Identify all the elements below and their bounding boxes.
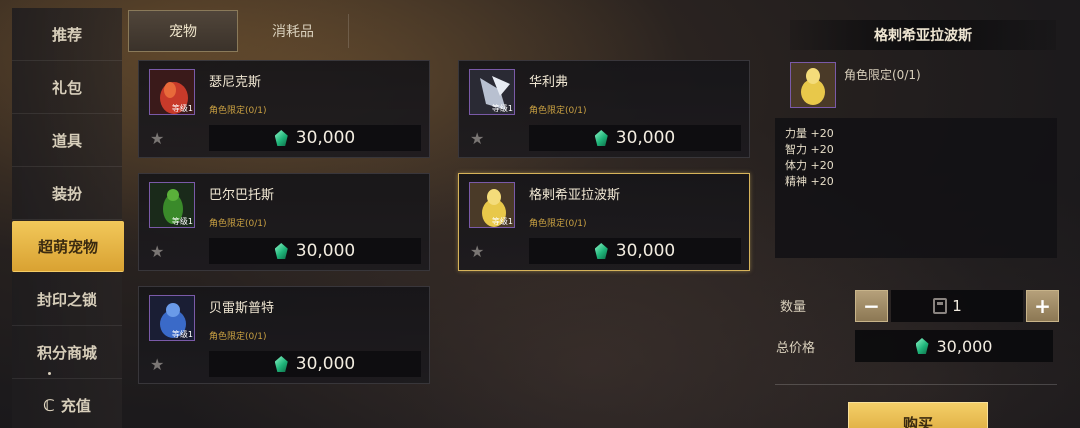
sidebar-item-seal-lock[interactable]: 封印之锁: [12, 273, 122, 326]
item-name: 格剌希亚拉波斯: [529, 188, 621, 203]
sidebar-item-points-mall[interactable]: 积分商城: [12, 326, 122, 379]
sidebar-item-recommended[interactable]: 推荐: [12, 8, 122, 61]
item-restriction: 角色限定(0/1): [209, 106, 267, 116]
item-restriction: 角色限定(0/1): [209, 219, 267, 229]
stat-line: 精神 +20: [785, 175, 834, 188]
item-level: 等级1: [491, 217, 513, 226]
quantity-stepper: − 1 +: [855, 290, 1059, 322]
item-level: 等级1: [171, 217, 193, 226]
item-name: 贝雷斯普特: [209, 301, 275, 316]
gem-currency-icon: [594, 243, 608, 259]
total-price-label: 总价格: [776, 341, 816, 356]
pet-portrait-icon: [791, 63, 835, 107]
increase-button[interactable]: +: [1026, 290, 1059, 322]
detail-title: 格剌希亚拉波斯: [790, 20, 1056, 50]
item-name: 华利弗: [529, 75, 569, 90]
gem-currency-icon: [274, 356, 288, 372]
quantity-label: 数量: [780, 300, 807, 315]
item-thumbnail: 等级1: [149, 69, 195, 115]
item-restriction: 角色限定(0/1): [529, 106, 587, 116]
gem-currency-icon: [274, 243, 288, 259]
gem-currency-icon: [915, 338, 929, 354]
quantity-input[interactable]: 1: [891, 290, 1023, 322]
stats-panel: 力量 +20 智力 +20 体力 +20 精神 +20: [775, 118, 1057, 258]
item-card[interactable]: 等级1 巴尔巴托斯 角色限定(0/1) ★ 30,000: [138, 173, 430, 271]
buy-button[interactable]: 购买: [848, 402, 988, 428]
item-name: 巴尔巴托斯: [209, 188, 275, 203]
item-name: 瑟尼克斯: [209, 75, 262, 90]
favorite-star-icon[interactable]: ★: [470, 242, 484, 261]
item-card[interactable]: 等级1 瑟尼克斯 角色限定(0/1) ★ 30,000: [138, 60, 430, 158]
tab-consumables[interactable]: 消耗品: [238, 10, 348, 52]
gem-currency-icon: [274, 130, 288, 146]
item-thumbnail: 等级1: [149, 295, 195, 341]
item-price: 30,000: [529, 238, 741, 264]
tab-divider: [348, 14, 349, 48]
item-thumbnail: 等级1: [469, 182, 515, 228]
decrease-button[interactable]: −: [855, 290, 888, 322]
stat-line: 智力 +20: [785, 143, 834, 156]
favorite-star-icon[interactable]: ★: [150, 129, 164, 148]
gem-currency-icon: [594, 130, 608, 146]
sidebar-item-super-cute-pets[interactable]: 超萌宠物: [12, 221, 124, 272]
detail-thumbnail: [790, 62, 836, 108]
detail-restriction: 角色限定(0/1): [844, 68, 921, 82]
category-sidebar: 推荐 礼包 道具 装扮 超萌宠物 封印之锁 积分商城 ℂ 充值: [12, 8, 124, 428]
stat-line: 力量 +20: [785, 127, 834, 140]
item-card-selected[interactable]: 等级1 格剌希亚拉波斯 角色限定(0/1) ★ 30,000: [458, 173, 750, 271]
item-card[interactable]: 等级1 贝雷斯普特 角色限定(0/1) ★ 30,000: [138, 286, 430, 384]
favorite-star-icon[interactable]: ★: [470, 129, 484, 148]
sidebar-item-costume[interactable]: 装扮: [12, 167, 122, 220]
item-level: 等级1: [171, 330, 193, 339]
sidebar-item-recharge[interactable]: ℂ 充值: [12, 379, 122, 428]
item-price: 30,000: [209, 125, 421, 151]
tab-pets[interactable]: 宠物: [128, 10, 238, 52]
item-thumbnail: 等级1: [469, 69, 515, 115]
tab-bar: 宠物 消耗品: [128, 10, 349, 52]
scroll-indicator-dot: [48, 372, 51, 375]
favorite-star-icon[interactable]: ★: [150, 355, 164, 374]
c-coin-icon: ℂ: [43, 396, 55, 415]
favorite-star-icon[interactable]: ★: [150, 242, 164, 261]
item-price: 30,000: [209, 351, 421, 377]
item-price: 30,000: [209, 238, 421, 264]
item-level: 等级1: [171, 104, 193, 113]
item-level: 等级1: [491, 104, 513, 113]
item-price: 30,000: [529, 125, 741, 151]
item-restriction: 角色限定(0/1): [209, 332, 267, 342]
item-card[interactable]: 等级1 华利弗 角色限定(0/1) ★ 30,000: [458, 60, 750, 158]
item-thumbnail: 等级1: [149, 182, 195, 228]
divider: [775, 384, 1057, 385]
sidebar-item-gift-pack[interactable]: 礼包: [12, 61, 122, 114]
item-restriction: 角色限定(0/1): [529, 219, 587, 229]
total-price: 30,000: [855, 330, 1053, 362]
stat-line: 体力 +20: [785, 159, 834, 172]
sidebar-item-items[interactable]: 道具: [12, 114, 122, 167]
calculator-icon[interactable]: [933, 298, 947, 314]
